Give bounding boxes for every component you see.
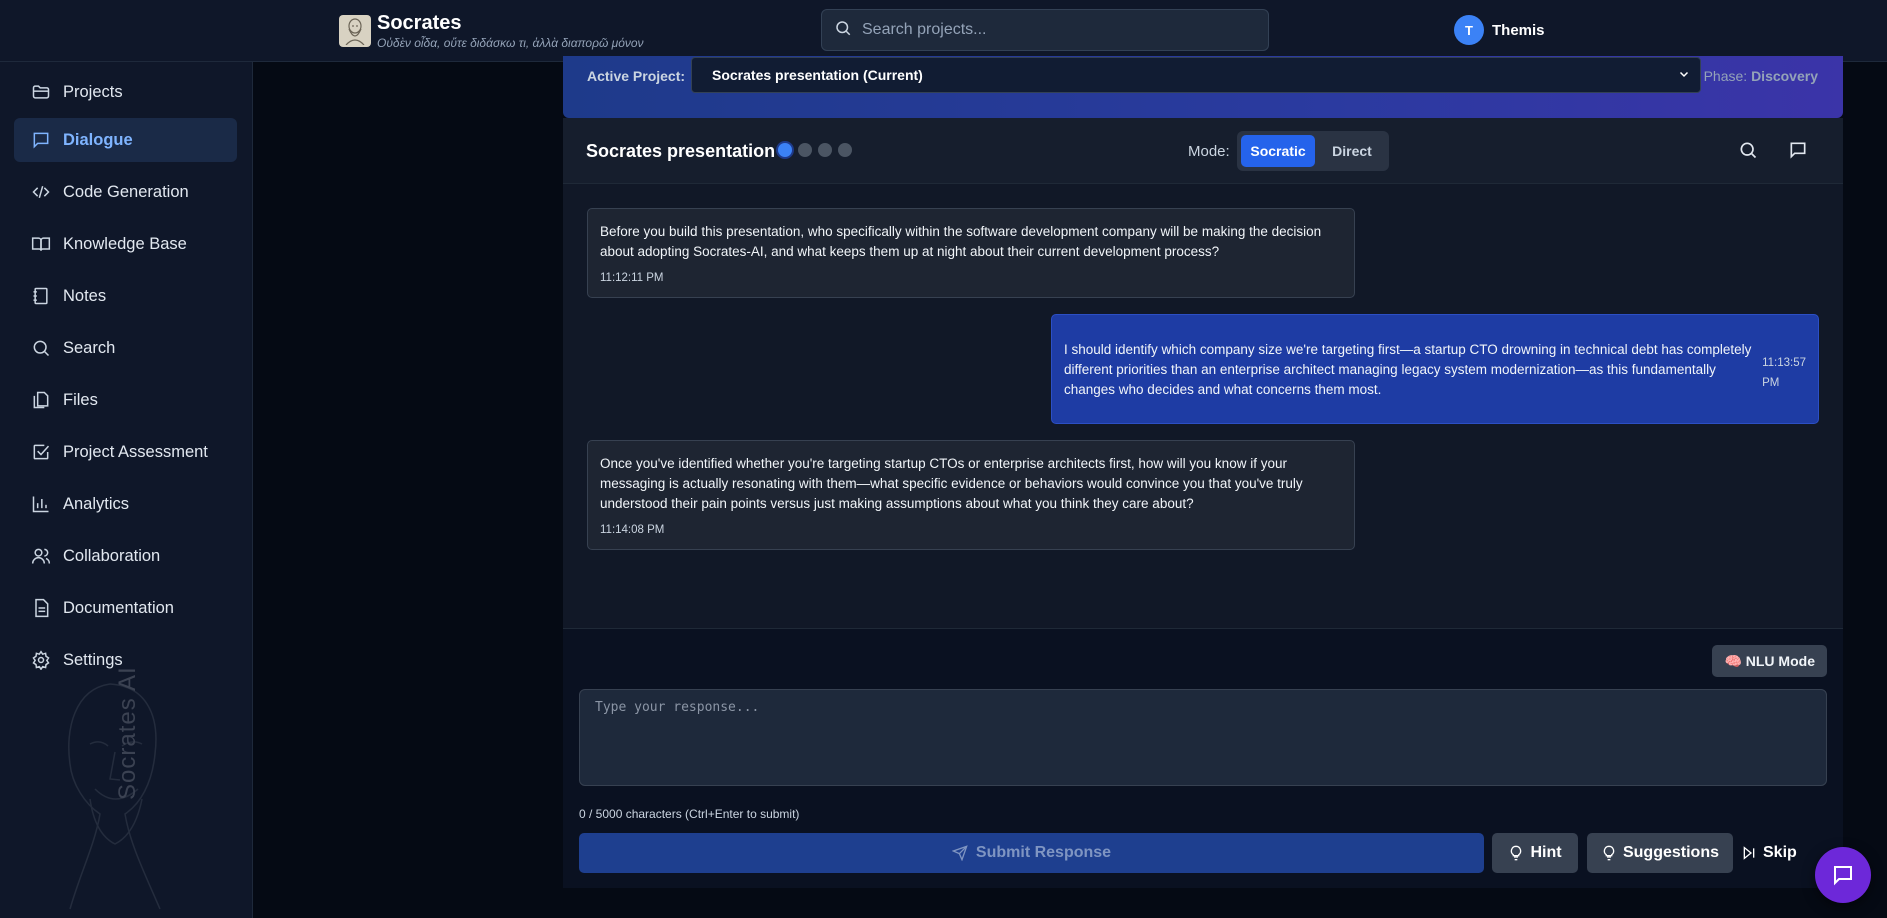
sidebar-item-label: Projects [63,82,123,101]
lightbulb-icon [1508,845,1524,861]
sidebar-item-notes[interactable]: Notes [14,274,237,318]
sidebar-item-label: Files [63,390,98,409]
folder-icon [30,81,52,103]
sidebar-item-dialogue[interactable]: Dialogue [14,118,237,162]
mode-label: Mode: [1188,143,1230,160]
phase-progress-dots [778,143,858,157]
skip-label: Skip [1763,844,1797,861]
mode-direct-button[interactable]: Direct [1315,135,1389,167]
project-search[interactable] [821,9,1269,51]
app-subtitle: Οὐδὲν οἶδα, οὔτε διδάσκω τι, ἀλλὰ διαπορ… [377,36,644,50]
chat-message-ai: Once you've identified whether you're ta… [587,440,1355,550]
skip-icon [1741,845,1757,861]
files-icon [30,389,52,411]
active-project-label: Active Project: [587,68,686,84]
sidebar-item-search[interactable]: Search [14,326,237,370]
nlu-mode-button[interactable]: 🧠 NLU Mode [1712,645,1827,677]
chat-header: Socrates presentation Mode: Socratic Dir… [563,118,1843,184]
socrates-logo-icon [339,15,371,47]
mode-toggle: Socratic Direct [1237,131,1389,171]
progress-dot [838,143,852,157]
progress-dot [778,143,792,157]
message-text: Once you've identified whether you're ta… [600,456,1303,511]
chat-panel: Socrates presentation Mode: Socratic Dir… [563,118,1843,628]
message-text: Before you build this presentation, who … [600,224,1322,259]
response-area: 🧠 NLU Mode 0 / 5000 characters (Ctrl+Ent… [563,628,1843,888]
message-time: 11:13:57 PM [1762,356,1806,389]
search-input[interactable] [862,21,1242,39]
gear-icon [30,649,52,671]
document-icon [30,597,52,619]
response-textarea[interactable] [579,689,1827,786]
user-menu[interactable]: T Themis [1454,15,1545,45]
progress-dot [818,143,832,157]
sidebar-item-label: Code Generation [63,182,189,201]
sidebar-item-label: Search [63,338,116,357]
phase-indicator: Phase: Discovery [1704,68,1818,84]
sidebar-watermark-text: Socrates AI [114,666,141,800]
search-icon[interactable] [1738,140,1760,162]
sidebar-item-label: Notes [63,286,107,305]
message-time: 11:12:11 PM [600,272,664,284]
sidebar-item-collaboration[interactable]: Collaboration [14,534,237,578]
sidebar-item-project-assessment[interactable]: Project Assessment [14,430,237,474]
send-icon [951,845,968,861]
chat-message-user: I should identify which company size we'… [1051,314,1819,424]
hint-label: Hint [1530,844,1562,861]
sidebar-item-analytics[interactable]: Analytics [14,482,237,526]
phase-label: Phase: [1703,68,1748,84]
chat-title: Socrates presentation [586,141,776,161]
notebook-icon [30,285,52,307]
chat-icon[interactable] [1788,140,1810,162]
phase-value: Discovery [1751,68,1818,84]
project-bar: Active Project: Socrates presentation (C… [563,56,1843,118]
bar-chart-icon [30,493,52,515]
app-title: Socrates [377,12,462,34]
search-icon [30,337,52,359]
top-bar: Socrates Οὐδὲν οἶδα, οὔτε διδάσκω τι, ἀλ… [0,0,1887,62]
sidebar-item-label: Collaboration [63,546,161,565]
hint-button[interactable]: Hint [1492,833,1578,873]
sidebar-item-files[interactable]: Files [14,378,237,422]
sidebar-item-label: Knowledge Base [63,234,187,253]
code-icon [30,181,52,203]
chat-icon [1831,863,1855,887]
suggestions-button[interactable]: Suggestions [1587,833,1733,873]
sidebar-item-label: Analytics [63,494,130,513]
book-icon [30,233,52,255]
sidebar-item-code-generation[interactable]: Code Generation [14,170,237,214]
message-time: 11:14:08 PM [600,524,665,536]
sidebar-item-label: Documentation [63,598,174,617]
sidebar-item-knowledge-base[interactable]: Knowledge Base [14,222,237,266]
lightbulb-icon [1601,845,1617,861]
chat-message-ai: Before you build this presentation, who … [587,208,1355,298]
project-select-value: Socrates presentation (Current) [712,67,923,83]
sidebar-item-projects[interactable]: Projects [14,70,237,114]
avatar[interactable]: T [1454,15,1484,45]
sidebar-item-label: Dialogue [63,130,133,149]
char-count: 0 / 5000 characters (Ctrl+Enter to submi… [579,807,800,821]
user-name[interactable]: Themis [1492,22,1545,39]
floating-chat-button[interactable] [1815,847,1871,903]
mode-socratic-button[interactable]: Socratic [1241,135,1315,167]
message-text: I should identify which company size we'… [1064,341,1752,397]
skip-button[interactable]: Skip [1741,833,1797,873]
checkbox-icon [30,441,52,463]
search-icon [834,19,852,42]
sidebar-item-label: Project Assessment [63,442,208,461]
progress-dot [798,143,812,157]
submit-label: Submit Response [975,844,1112,861]
suggestions-label: Suggestions [1622,844,1719,861]
users-icon [30,545,52,567]
sidebar-item-documentation[interactable]: Documentation [14,586,237,630]
project-select[interactable]: Socrates presentation (Current) [691,57,1701,93]
brand[interactable]: Socrates Οὐδὲν οἶδα, οὔτε διδάσκω τι, ἀλ… [339,12,644,50]
submit-response-button[interactable]: Submit Response [579,833,1484,873]
chat-icon [30,129,52,151]
chevron-down-icon [1678,67,1690,83]
